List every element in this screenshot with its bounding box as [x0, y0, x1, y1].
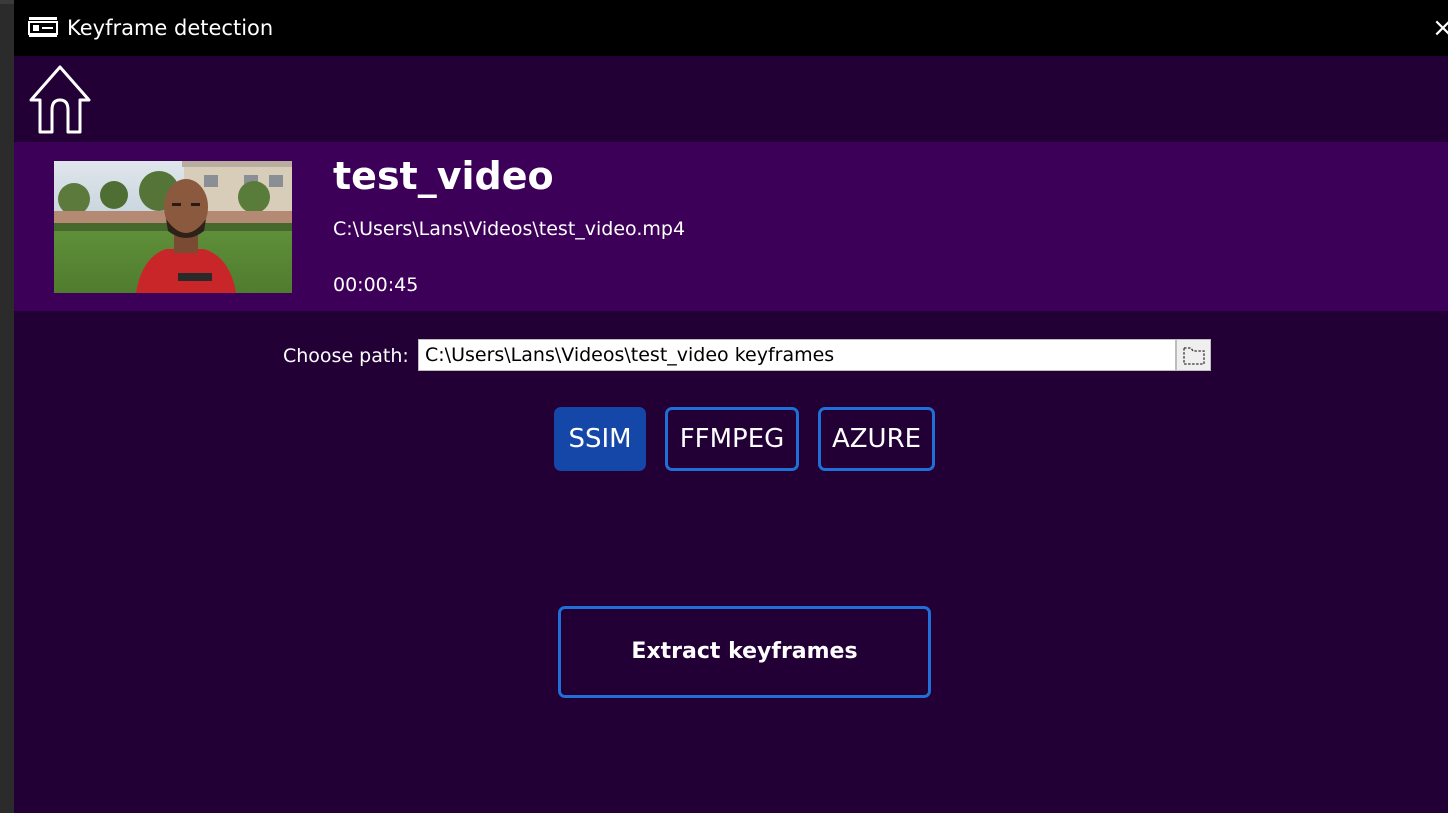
video-title: test_video — [333, 154, 554, 198]
video-file-path: C:\Users\Lans\Videos\test_video.mp4 — [333, 218, 686, 240]
home-icon — [29, 65, 91, 134]
app-window: Keyframe detection × test_video C:\Users… — [14, 0, 1448, 813]
extract-keyframes-button[interactable]: Extract keyframes — [558, 606, 931, 698]
title-bar[interactable]: Keyframe detection × — [14, 0, 1448, 56]
video-thumbnail — [54, 161, 292, 293]
output-path-input[interactable] — [418, 339, 1176, 371]
method-ssim-button[interactable]: SSIM — [554, 407, 646, 471]
video-info-banner: test_video C:\Users\Lans\Videos\test_vid… — [14, 142, 1448, 311]
video-duration: 00:00:45 — [333, 274, 419, 296]
choose-path-label: Choose path: — [283, 345, 409, 367]
method-ffmpeg-button[interactable]: FFMPEG — [665, 407, 799, 471]
close-button[interactable]: × — [1432, 10, 1448, 46]
window-title: Keyframe detection — [67, 16, 274, 40]
method-azure-button[interactable]: AZURE — [818, 407, 935, 471]
home-button[interactable] — [24, 62, 96, 136]
folder-icon — [1183, 347, 1205, 365]
keyframe-app-icon — [28, 16, 58, 38]
browse-folder-button[interactable] — [1176, 339, 1211, 371]
